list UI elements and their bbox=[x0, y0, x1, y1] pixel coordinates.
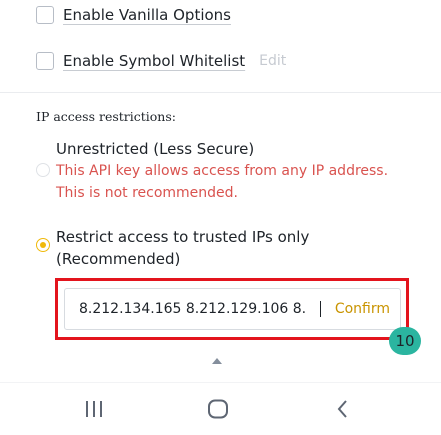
confirm-button[interactable]: Confirm bbox=[335, 301, 390, 317]
home-icon bbox=[208, 399, 228, 419]
recent-apps-icon bbox=[86, 401, 102, 417]
unrestricted-warning-line2: This is not recommended. bbox=[56, 185, 238, 201]
ip-input-highlight: 8.212.134.165 8.212.129.106 8. Confirm bbox=[55, 278, 409, 340]
symbol-whitelist-checkbox[interactable] bbox=[36, 52, 54, 70]
vanilla-options-label: Enable Vanilla Options bbox=[63, 6, 231, 24]
home-button[interactable] bbox=[203, 396, 233, 422]
unrestricted-warning-line1: This API key allows access from any IP a… bbox=[56, 163, 389, 179]
edit-whitelist-link[interactable]: Edit bbox=[259, 53, 286, 69]
restricted-title-line2: (Recommended) bbox=[56, 250, 181, 268]
back-button[interactable] bbox=[328, 396, 358, 422]
ip-input-field[interactable]: 8.212.134.165 8.212.129.106 8. Confirm bbox=[64, 288, 401, 330]
ip-access-section-label: IP access restrictions: bbox=[36, 109, 176, 124]
collapse-caret-icon[interactable] bbox=[212, 358, 222, 364]
step-number-badge: 10 bbox=[389, 327, 421, 355]
ip-input-value[interactable]: 8.212.134.165 8.212.129.106 8. bbox=[79, 301, 319, 317]
restricted-radio[interactable] bbox=[36, 238, 50, 252]
symbol-whitelist-label: Enable Symbol Whitelist bbox=[63, 52, 246, 70]
back-icon bbox=[337, 400, 347, 418]
symbol-whitelist-row[interactable]: Enable Symbol Whitelist Edit bbox=[36, 52, 286, 70]
section-divider bbox=[0, 92, 441, 93]
unrestricted-radio[interactable] bbox=[36, 163, 50, 177]
vanilla-options-checkbox[interactable] bbox=[36, 6, 54, 24]
recent-apps-button[interactable] bbox=[79, 396, 109, 422]
unrestricted-title[interactable]: Unrestricted (Less Secure) bbox=[56, 139, 254, 160]
text-cursor bbox=[319, 301, 321, 317]
vanilla-options-row[interactable]: Enable Vanilla Options bbox=[36, 6, 231, 24]
restricted-title-line1[interactable]: Restrict access to trusted IPs only bbox=[56, 227, 309, 248]
system-navigation-bar bbox=[0, 382, 441, 435]
